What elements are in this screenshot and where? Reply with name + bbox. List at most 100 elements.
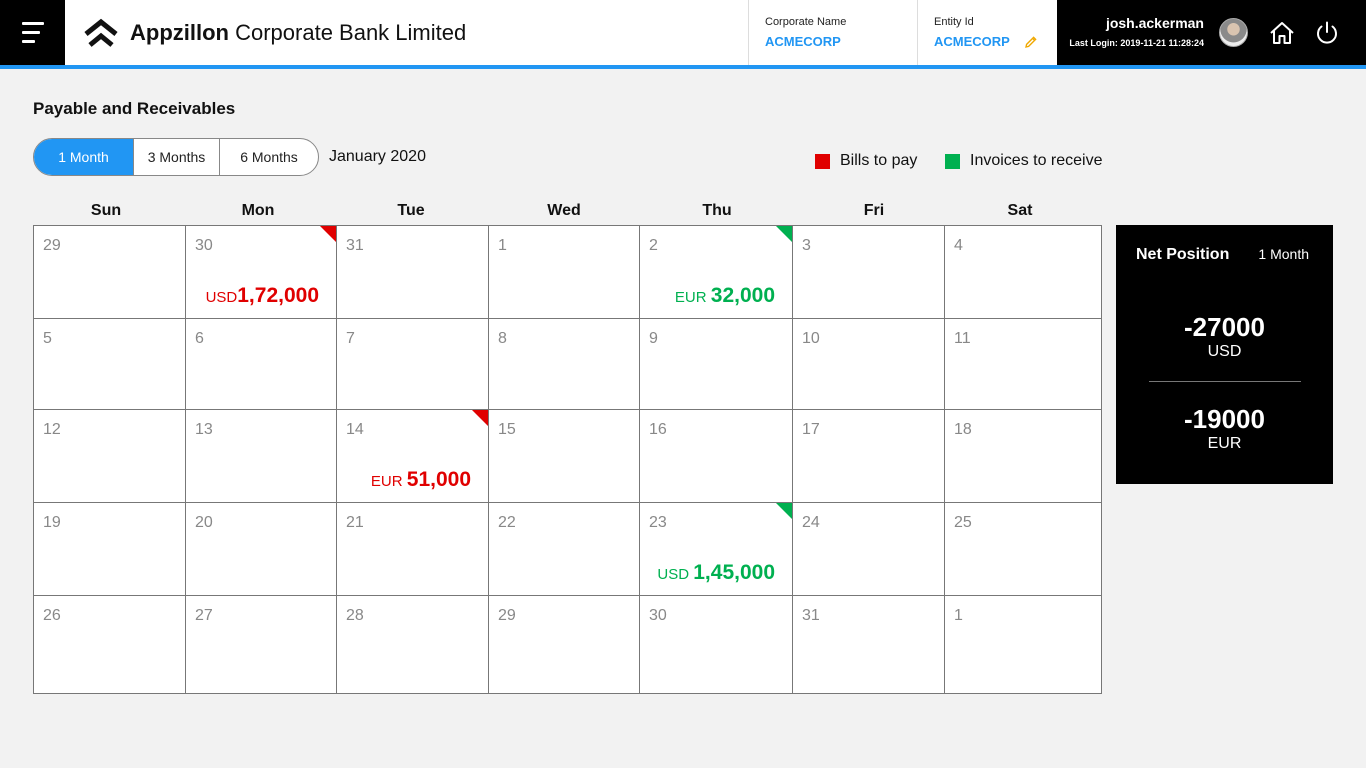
calendar-day-cell[interactable]: 20 <box>186 503 337 596</box>
calendar-day-cell[interactable]: 26 <box>34 596 186 693</box>
invoice-marker-icon <box>776 226 792 242</box>
calendar-day-cell[interactable]: 5 <box>34 319 186 410</box>
top-header: Appzillon Corporate Bank Limited Corpora… <box>0 0 1366 65</box>
day-number: 31 <box>802 607 820 624</box>
tab-1-month[interactable]: 1 Month <box>34 139 134 175</box>
calendar-day-cell[interactable]: 30 USD1,72,000 <box>186 226 337 319</box>
calendar-day-cell[interactable]: 1 <box>945 596 1101 693</box>
calendar-day-cell[interactable]: 9 <box>640 319 793 410</box>
day-number: 23 <box>649 514 667 531</box>
logo-icon <box>84 18 118 47</box>
calendar-day-cell[interactable]: 29 <box>34 226 186 319</box>
calendar-day-cell[interactable]: 14 EUR 51,000 <box>337 410 489 503</box>
day-number: 3 <box>802 237 811 254</box>
calendar-day-cell[interactable]: 13 <box>186 410 337 503</box>
calendar-day-cell[interactable]: 6 <box>186 319 337 410</box>
day-number: 24 <box>802 514 820 531</box>
calendar-day-cell[interactable]: 4 <box>945 226 1101 319</box>
calendar-day-cell[interactable]: 8 <box>489 319 640 410</box>
day-number: 10 <box>802 330 820 347</box>
calendar-day-cell[interactable]: 19 <box>34 503 186 596</box>
entity-id-label: Entity Id <box>934 16 974 28</box>
bill-marker-icon <box>320 226 336 242</box>
calendar-day-cell[interactable]: 29 <box>489 596 640 693</box>
legend-invoices: Invoices to receive <box>945 152 1103 170</box>
calendar-day-cell[interactable]: 23 USD 1,45,000 <box>640 503 793 596</box>
net-position-period: 1 Month <box>1258 246 1309 262</box>
legend-bills: Bills to pay <box>815 152 917 170</box>
day-number: 2 <box>649 237 658 254</box>
calendar-day-cell[interactable]: 12 <box>34 410 186 503</box>
user-panel: josh.ackerman Last Login: 2019-11-21 11:… <box>1057 0 1366 65</box>
invoice-amount[interactable]: USD 1,45,000 <box>657 561 775 585</box>
home-icon[interactable] <box>1268 19 1296 47</box>
day-number: 11 <box>954 330 971 347</box>
calendar-day-cell[interactable]: 22 <box>489 503 640 596</box>
day-number: 1 <box>498 237 507 254</box>
day-number: 22 <box>498 514 516 531</box>
day-number: 14 <box>346 421 364 438</box>
calendar-day-cell[interactable]: 15 <box>489 410 640 503</box>
amount-value: 51,000 <box>406 468 471 491</box>
calendar-day-cell[interactable]: 31 <box>793 596 945 693</box>
entity-id-block: Entity Id ACMECORP <box>917 0 1057 65</box>
edit-pencil-icon[interactable] <box>1024 35 1038 49</box>
calendar-day-cell[interactable]: 17 <box>793 410 945 503</box>
tab-3-months[interactable]: 3 Months <box>134 139 220 175</box>
net-divider <box>1149 381 1301 382</box>
calendar-grid: 29 30 USD1,72,000 31 1 2 EUR 32,000 3 4 5 6 7 8 9 10 11… <box>33 225 1102 694</box>
calendar-day-cell[interactable]: 7 <box>337 319 489 410</box>
bill-amount[interactable]: USD1,72,000 <box>206 284 319 308</box>
bill-marker-icon <box>472 410 488 426</box>
calendar-day-cell[interactable]: 16 <box>640 410 793 503</box>
day-header-mon: Mon <box>241 202 275 219</box>
day-number: 25 <box>954 514 972 531</box>
menu-icon[interactable] <box>0 0 65 65</box>
day-number: 4 <box>954 237 963 254</box>
day-header-tue: Tue <box>397 202 425 219</box>
power-icon[interactable] <box>1313 19 1341 47</box>
calendar-day-cell[interactable]: 1 <box>489 226 640 319</box>
net-amount-eur: -19000 <box>1184 404 1265 434</box>
calendar-day-cell[interactable]: 11 <box>945 319 1101 410</box>
day-number: 18 <box>954 421 972 438</box>
calendar-day-cell[interactable]: 31 <box>337 226 489 319</box>
day-header-wed: Wed <box>547 202 581 219</box>
day-number: 20 <box>195 514 213 531</box>
header-accent-line <box>0 65 1366 69</box>
calendar-day-cell[interactable]: 3 <box>793 226 945 319</box>
tab-6-months[interactable]: 6 Months <box>220 139 318 175</box>
amount-currency: USD <box>657 566 694 583</box>
amount-value: 32,000 <box>710 284 775 307</box>
avatar[interactable] <box>1219 18 1248 47</box>
calendar-day-cell[interactable]: 24 <box>793 503 945 596</box>
app-title: Appzillon Corporate Bank Limited <box>130 20 466 46</box>
net-amount-usd: -27000 <box>1184 312 1265 342</box>
day-number: 7 <box>346 330 355 347</box>
day-number: 27 <box>195 607 213 624</box>
app-title-brand: Appzillon <box>130 20 229 45</box>
invoice-amount[interactable]: EUR 32,000 <box>675 284 775 308</box>
day-number: 29 <box>43 237 61 254</box>
day-number: 1 <box>954 607 963 624</box>
legend-swatch-green <box>945 153 960 169</box>
calendar-day-cell[interactable]: 27 <box>186 596 337 693</box>
day-number: 29 <box>498 607 516 624</box>
calendar-day-cell[interactable]: 2 EUR 32,000 <box>640 226 793 319</box>
calendar-day-cell[interactable]: 30 <box>640 596 793 693</box>
bill-amount[interactable]: EUR 51,000 <box>371 468 471 492</box>
user-name: josh.ackerman <box>1105 15 1204 31</box>
day-number: 12 <box>43 421 61 438</box>
day-number: 30 <box>649 607 667 624</box>
calendar-day-cell[interactable]: 18 <box>945 410 1101 503</box>
day-number: 15 <box>498 421 516 438</box>
day-number: 31 <box>346 237 364 254</box>
calendar-day-cell[interactable]: 21 <box>337 503 489 596</box>
calendar-day-cell[interactable]: 25 <box>945 503 1101 596</box>
calendar-day-cell[interactable]: 10 <box>793 319 945 410</box>
app-title-suffix: Corporate Bank Limited <box>228 20 467 45</box>
net-position-panel: Net Position 1 Month -27000 USD -19000 E… <box>1116 225 1333 484</box>
legend-swatch-red <box>815 153 830 169</box>
calendar-day-cell[interactable]: 28 <box>337 596 489 693</box>
corporate-name-block: Corporate Name ACMECORP <box>748 0 918 65</box>
